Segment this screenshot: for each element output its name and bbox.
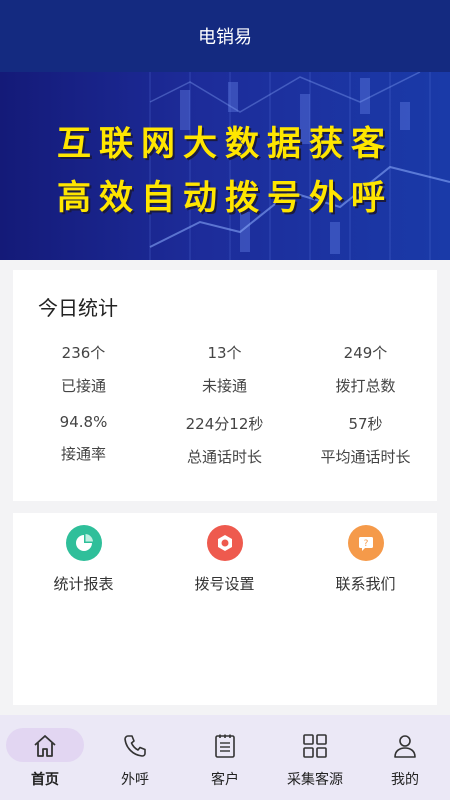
banner-background-graphic <box>149 72 450 260</box>
stat-value: 94.8% <box>59 413 108 431</box>
stat-value: 13个 <box>207 344 242 362</box>
stat-value: 236个 <box>61 344 106 362</box>
phone-icon <box>124 735 146 757</box>
stat-value: 224分12秒 <box>185 415 264 433</box>
stat-value: 57秒 <box>348 415 383 433</box>
app-header: 电销易 <box>0 0 450 72</box>
menu-item-contact-us[interactable]: ? 联系我们 <box>295 525 436 594</box>
tab-label: 客户 <box>211 772 239 788</box>
page-title: 电销易 <box>198 27 252 48</box>
stat-average-duration: 57秒 平均通话时长 <box>295 413 436 467</box>
menu-item-statistics-report[interactable]: 统计报表 <box>13 525 154 594</box>
tab-label: 我的 <box>391 772 419 788</box>
clipboard-icon <box>215 734 235 758</box>
stat-total-calls: 249个 拨打总数 <box>295 342 436 396</box>
stat-not-connected: 13个 未接通 <box>154 342 295 396</box>
svg-text:?: ? <box>363 539 368 549</box>
menu-item-dial-settings[interactable]: 拨号设置 <box>154 525 295 594</box>
tab-outbound-call[interactable]: 外呼 <box>90 715 180 800</box>
promo-banner[interactable]: 互联网大数据获客 高效自动拨号外呼 <box>0 72 450 260</box>
stat-label: 已接通 <box>60 377 106 395</box>
banner-headline-1: 互联网大数据获客 <box>57 124 393 164</box>
grid-icon <box>303 734 327 758</box>
bottom-tab-bar: 首页 外呼 客户 采集客源 我的 <box>0 715 450 800</box>
settings-icon <box>206 525 243 561</box>
tab-label: 采集客源 <box>287 772 343 788</box>
tab-label: 外呼 <box>121 772 149 788</box>
menu-label: 拨号设置 <box>194 575 255 593</box>
stat-connected: 236个 已接通 <box>13 342 154 396</box>
stat-label: 平均通话时长 <box>320 448 411 466</box>
contact-icon: ? <box>347 525 384 561</box>
banner-headline-2: 高效自动拨号外呼 <box>57 178 393 218</box>
tab-collect-leads[interactable]: 采集客源 <box>270 715 360 800</box>
menu-label: 联系我们 <box>335 575 396 593</box>
stat-label: 拨打总数 <box>335 377 396 395</box>
stat-connect-rate: 94.8% 接通率 <box>13 413 154 464</box>
stat-label: 接通率 <box>60 445 106 463</box>
user-icon <box>394 735 416 758</box>
stat-label: 总通话时长 <box>186 448 262 466</box>
feature-menu-card: 统计报表 拨号设置 ? 联系我们 <box>13 513 437 705</box>
stat-value: 249个 <box>343 344 388 362</box>
tab-profile[interactable]: 我的 <box>360 715 450 800</box>
tab-label: 首页 <box>31 772 59 788</box>
stats-title: 今日统计 <box>38 296 118 320</box>
tab-home[interactable]: 首页 <box>0 715 90 800</box>
today-stats-card: 今日统计 236个 已接通 13个 未接通 249个 拨打总数 94.8% 接通… <box>13 270 437 501</box>
pie-chart-icon <box>65 525 102 561</box>
stat-total-duration: 224分12秒 总通话时长 <box>154 413 295 467</box>
stat-label: 未接通 <box>201 377 247 395</box>
home-icon <box>34 735 56 757</box>
tab-customers[interactable]: 客户 <box>180 715 270 800</box>
menu-label: 统计报表 <box>53 575 114 593</box>
